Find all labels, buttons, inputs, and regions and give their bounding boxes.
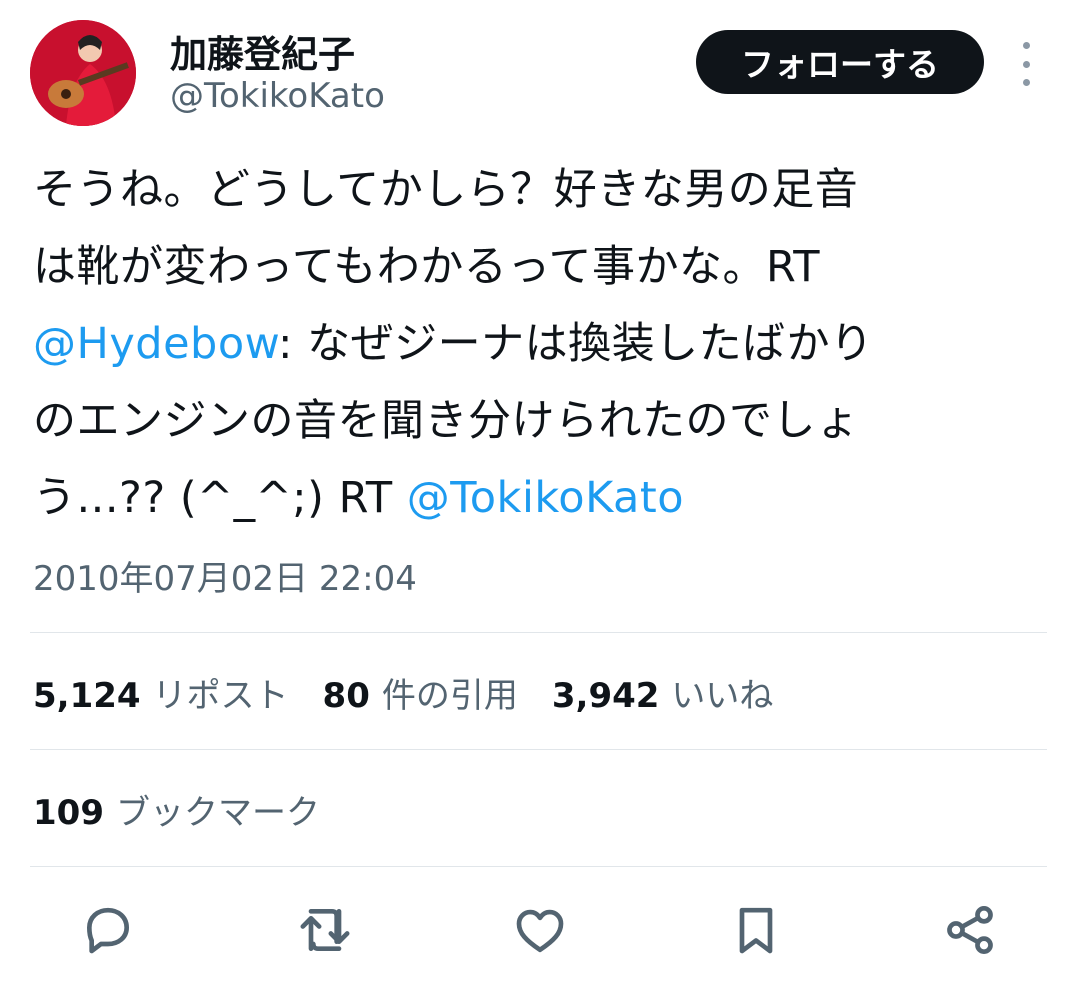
reply-icon[interactable] [78, 900, 138, 960]
user-handle[interactable]: @TokikoKato [170, 76, 385, 116]
avatar-image [30, 20, 136, 126]
action-bar [0, 890, 1080, 974]
tweet-line: そうね。どうしてかしら？好きな男の足音 [33, 165, 859, 215]
follow-button[interactable]: フォローする [696, 30, 984, 94]
tweet-text: そうね。どうしてかしら？好きな男の足音 は靴が変わってもわかるって事かな。RT … [33, 152, 1023, 537]
repost-icon[interactable] [295, 900, 355, 960]
divider [30, 749, 1047, 750]
mention-link[interactable]: @TokikoKato [407, 473, 684, 523]
stats-row: 5,124 リポスト 80 件の引用 3,942 いいね [33, 668, 807, 717]
tweet-line: @Hydebow: なぜジーナは換装したばかり [33, 319, 874, 369]
display-name[interactable]: 加藤登紀子 [170, 24, 355, 78]
quote-count[interactable]: 80 件の引用 [323, 668, 518, 717]
tweet-line: は靴が変わってもわかるって事かな。RT [33, 242, 821, 292]
mention-link[interactable]: @Hydebow [33, 319, 278, 369]
bookmark-icon[interactable] [726, 900, 786, 960]
like-count[interactable]: 3,942 いいね [552, 668, 774, 717]
like-icon[interactable] [510, 900, 570, 960]
more-icon[interactable] [1012, 42, 1040, 86]
tweet-line: のエンジンの音を聞き分けられたのでしょ [33, 396, 860, 446]
tweet-line: う...?? (^_^;) RT @TokikoKato [33, 473, 685, 523]
timestamp[interactable]: 2010年07月02日 22:04 [33, 551, 417, 600]
divider [30, 866, 1047, 867]
avatar[interactable] [30, 20, 136, 126]
bookmark-count[interactable]: 109 ブックマーク [33, 785, 320, 834]
share-icon[interactable] [940, 900, 1000, 960]
repost-count[interactable]: 5,124 リポスト [33, 668, 289, 717]
divider [30, 632, 1047, 633]
